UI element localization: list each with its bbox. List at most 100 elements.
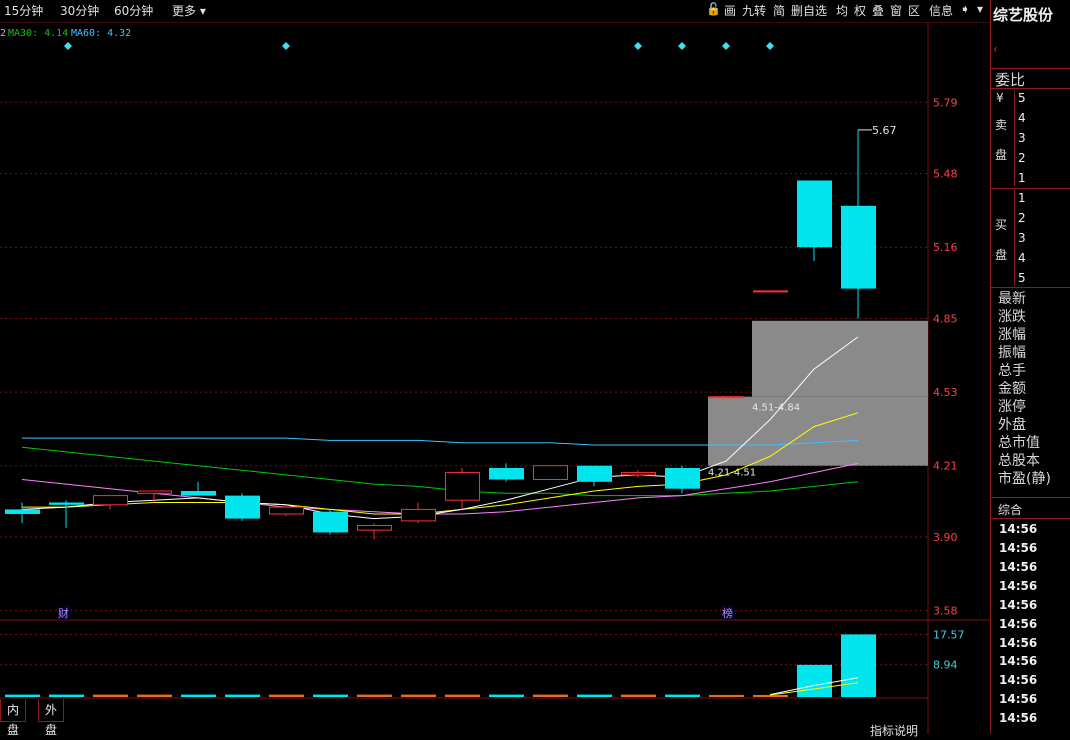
- more-periods-button[interactable]: 更多 ▾: [172, 2, 206, 19]
- divider: [991, 188, 1070, 189]
- y-tick-label: 4.21: [933, 460, 958, 473]
- field-label: 金额: [998, 381, 1026, 397]
- field-label: 最新: [998, 291, 1026, 307]
- ma60-legend: MA60: 4.32: [71, 28, 131, 39]
- volume-bar[interactable]: [841, 634, 876, 697]
- candle-body[interactable]: [533, 465, 568, 481]
- volume-bar[interactable]: [489, 694, 524, 697]
- volume-bar[interactable]: [49, 694, 84, 697]
- signal-diamond-icon[interactable]: [678, 42, 686, 50]
- indicator-help-link[interactable]: 指标说明: [870, 722, 918, 739]
- y-tick-label: 5.16: [933, 241, 958, 254]
- candle-body[interactable]: [269, 506, 304, 515]
- volume-bar[interactable]: [797, 664, 832, 697]
- zonghe-tab[interactable]: 综合: [998, 501, 1022, 518]
- average-button[interactable]: 均: [836, 2, 848, 19]
- tick-time: 14:56: [999, 522, 1038, 536]
- divider: [1014, 90, 1015, 186]
- sell-level[interactable]: 5: [1018, 91, 1026, 105]
- lock-icon[interactable]: 🔓: [706, 2, 721, 16]
- candle-body[interactable]: [357, 525, 392, 531]
- volume-bar[interactable]: [401, 694, 436, 697]
- candle-body[interactable]: [313, 511, 348, 533]
- candle-body[interactable]: [709, 396, 744, 399]
- tick-time: 14:56: [999, 673, 1038, 687]
- draw-button[interactable]: 画: [724, 2, 736, 19]
- volume-bar[interactable]: [137, 694, 172, 697]
- volume-bar[interactable]: [181, 694, 216, 697]
- candle-body[interactable]: [489, 468, 524, 480]
- overlay-button[interactable]: 叠: [872, 2, 884, 19]
- info-button[interactable]: 信息: [929, 2, 953, 19]
- signal-diamond-icon[interactable]: [634, 42, 642, 50]
- range-button[interactable]: 区: [908, 2, 920, 19]
- sell-level[interactable]: 1: [1018, 171, 1026, 185]
- candle-body[interactable]: [5, 509, 40, 514]
- candle-body[interactable]: [137, 490, 172, 494]
- period-60min-button[interactable]: 60分钟: [114, 2, 153, 19]
- volume-bar[interactable]: [577, 694, 612, 697]
- candle-body[interactable]: [841, 205, 876, 289]
- more-periods-label: 更多: [172, 4, 197, 18]
- pin-icon[interactable]: ➧: [960, 2, 970, 16]
- candle-body[interactable]: [621, 472, 656, 476]
- event-tag[interactable]: 财: [58, 606, 69, 620]
- signal-diamond-icon[interactable]: [766, 42, 774, 50]
- rights-button[interactable]: 权: [854, 2, 866, 19]
- divider: [1014, 190, 1015, 286]
- field-label: 市盈(静): [998, 471, 1051, 487]
- volume-bar[interactable]: [5, 694, 40, 697]
- candle-body[interactable]: [445, 472, 480, 501]
- volume-bar[interactable]: [225, 694, 260, 697]
- volume-bar[interactable]: [269, 694, 304, 697]
- window-button[interactable]: 窗: [890, 2, 902, 19]
- remove-watchlist-button[interactable]: 删自选: [791, 2, 827, 19]
- candle-body[interactable]: [401, 508, 436, 522]
- volume-tick-label: 8.94: [933, 659, 958, 672]
- candle-body[interactable]: [93, 495, 128, 506]
- signal-diamond-icon[interactable]: [64, 42, 72, 50]
- volume-bar[interactable]: [357, 694, 392, 697]
- buy-level[interactable]: 2: [1018, 211, 1026, 225]
- buy-level[interactable]: 3: [1018, 231, 1026, 245]
- high-annotation-label: 5.67: [872, 124, 897, 137]
- buy-label-pan: 盘: [995, 248, 1008, 262]
- tick-time: 14:56: [999, 598, 1038, 612]
- field-label: 涨停: [998, 399, 1026, 415]
- tab-neipan[interactable]: 内盘: [0, 699, 27, 737]
- candle-body[interactable]: [577, 465, 612, 482]
- candle-body[interactable]: [665, 468, 700, 489]
- jiuzhuan-button[interactable]: 九转: [742, 2, 766, 19]
- volume-bar[interactable]: [445, 694, 480, 697]
- volume-bar[interactable]: [709, 694, 744, 697]
- sell-level[interactable]: 3: [1018, 131, 1026, 145]
- signal-diamond-icon[interactable]: [282, 42, 290, 50]
- period-15min-button[interactable]: 15分钟: [4, 2, 43, 19]
- signal-diamond-icon[interactable]: [722, 42, 730, 50]
- kline-chart[interactable]: 5.79 5.48 5.16 4.85 4.53 4.21 3.90 3.58 2 MA30: 4…: [0, 0, 990, 734]
- toolbar-dropdown-icon[interactable]: ▾: [977, 2, 983, 16]
- buy-level[interactable]: 1: [1018, 191, 1026, 205]
- sell-level[interactable]: 4: [1018, 111, 1026, 125]
- volume-bar[interactable]: [313, 694, 348, 697]
- volume-bar[interactable]: [533, 694, 568, 697]
- tick-time: 14:56: [999, 636, 1038, 650]
- candle-body[interactable]: [797, 180, 832, 248]
- gap-box: [708, 396, 928, 466]
- simple-button[interactable]: 简: [773, 2, 785, 19]
- buy-level[interactable]: 5: [1018, 271, 1026, 285]
- quote-panel: 综艺股份 ‹ 委比 ¥ 卖 盘 5 4 3 2 1 买 盘 1 2 3 4 5 …: [990, 0, 1070, 734]
- candle-body[interactable]: [753, 290, 788, 293]
- candle-body[interactable]: [181, 491, 216, 496]
- candle-body[interactable]: [49, 502, 84, 505]
- candle-body[interactable]: [225, 495, 260, 519]
- volume-bar[interactable]: [665, 694, 700, 697]
- sell-level[interactable]: 2: [1018, 151, 1026, 165]
- tick-time: 14:56: [999, 617, 1038, 631]
- volume-bar[interactable]: [621, 694, 656, 697]
- event-tag[interactable]: 榜: [722, 606, 733, 620]
- buy-level[interactable]: 4: [1018, 251, 1026, 265]
- period-30min-button[interactable]: 30分钟: [60, 2, 99, 19]
- tab-waipan[interactable]: 外盘: [38, 699, 65, 737]
- volume-bar[interactable]: [93, 694, 128, 697]
